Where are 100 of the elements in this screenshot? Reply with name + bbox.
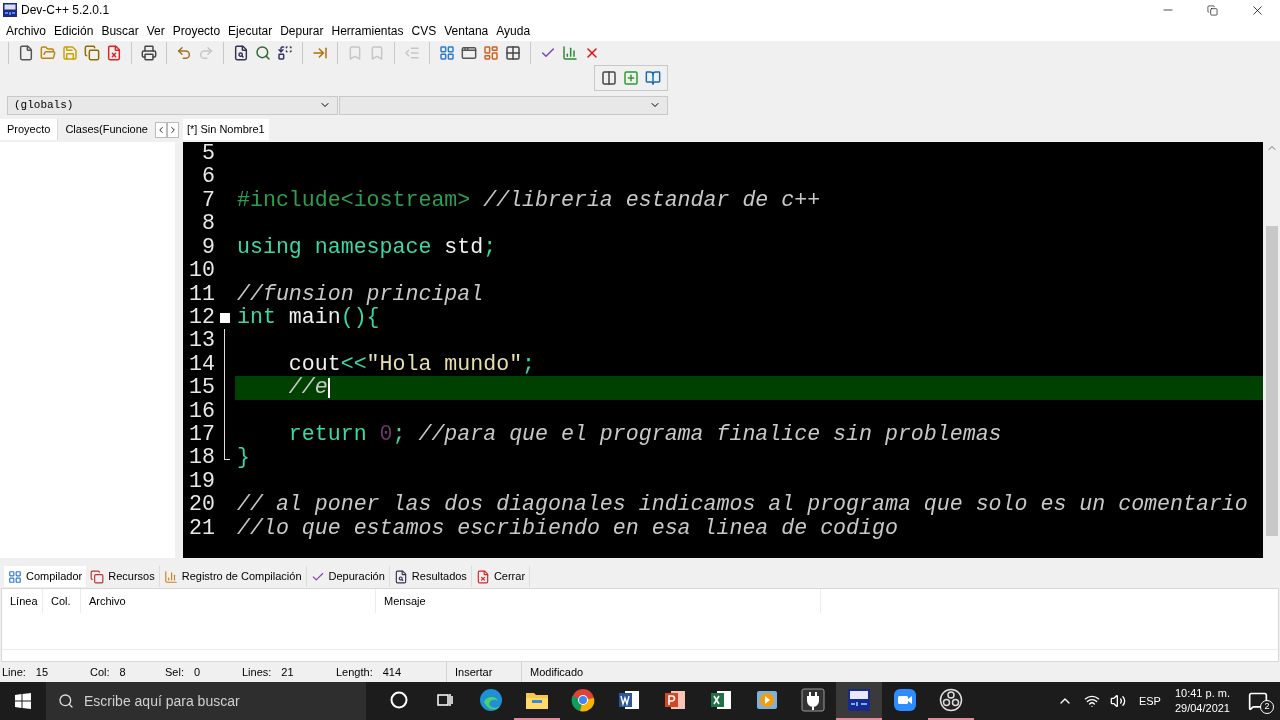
line-number: 8: [201, 212, 215, 236]
notification-count: 2: [1260, 700, 1274, 714]
search-field[interactable]: Escribe aquí para buscar: [46, 682, 366, 720]
browser-icon: [571, 688, 595, 712]
status-value: 414: [382, 664, 402, 680]
code-line: //e: [287, 376, 328, 400]
clock-time: 10:41 p. m.: [1174, 686, 1230, 701]
undo-icon: [176, 44, 192, 61]
output-tab[interactable]: Compilador: [4, 566, 87, 587]
ide-app-icon: [847, 688, 871, 712]
search-icon: [393, 569, 408, 584]
volume-icon[interactable]: [1109, 693, 1126, 709]
dashboard-icon: [483, 44, 499, 61]
notifications-icon: [1248, 691, 1268, 711]
line-number: 13: [188, 329, 215, 353]
line-number: 17: [188, 423, 215, 447]
line-number: 7: [201, 188, 215, 213]
line-number: 12: [188, 305, 215, 330]
menu-item[interactable]: Ejecutar: [224, 21, 277, 40]
printer-icon: [141, 44, 157, 61]
search-input[interactable]: Escribe aquí para buscar: [84, 690, 314, 712]
status-label: Line:: [2, 664, 26, 680]
code-line: using namespace std;: [237, 235, 497, 260]
recorder-icon: [939, 688, 963, 712]
play-icon: [755, 688, 779, 712]
folder-icon: [525, 690, 549, 710]
menu-item[interactable]: Ayuda: [492, 21, 535, 40]
close-file-icon: [106, 44, 122, 61]
line-number: 6: [201, 165, 215, 189]
menu-item[interactable]: Depurar: [276, 21, 328, 40]
dropdown[interactable]: (globals): [7, 95, 338, 115]
menu-item[interactable]: Edición: [50, 21, 98, 40]
code-line: #include<iostream> //libreria estandar de c++: [237, 188, 821, 213]
menu-item[interactable]: Ventana: [440, 21, 493, 40]
status-label: Insertar: [455, 664, 493, 680]
window-icon: [461, 44, 477, 61]
status-label: Length:: [336, 664, 373, 680]
window-title: Dev-C++ 5.2.0.1: [21, 2, 110, 19]
column-header[interactable]: Línea: [2, 589, 43, 613]
line-number: 16: [188, 399, 215, 424]
status-label: Modificado: [530, 664, 584, 680]
search-icon: [58, 693, 74, 709]
menu-item[interactable]: CVS: [407, 21, 441, 40]
status-value: 15: [35, 664, 49, 680]
save-all-icon: [84, 44, 100, 61]
dropdown-value: (globals): [14, 97, 74, 113]
slides-app-icon: [663, 688, 687, 712]
fold-end-line: [224, 446, 230, 461]
task-view-icon: [436, 691, 454, 709]
clock[interactable]: 10:41 p. m. 29/04/2021: [1174, 686, 1230, 716]
line-number: 9: [201, 235, 215, 260]
add-icon: [623, 70, 639, 86]
line-number: 19: [188, 469, 215, 494]
code-line: //lo que estamos escribiendo en esa linea de codigo: [237, 516, 898, 541]
copy-icon: [90, 569, 105, 584]
menu-item[interactable]: Herramientas: [327, 21, 408, 40]
line-number: 15: [188, 376, 215, 400]
menu-item[interactable]: Ver: [142, 21, 169, 40]
panel-tab[interactable]: Proyecto: [0, 119, 58, 140]
search-icon: [255, 44, 271, 61]
video-camera-icon: [893, 688, 917, 712]
status-label: Sel:: [165, 664, 184, 680]
column-header[interactable]: Archivo: [81, 589, 376, 613]
bookmark-icon: [369, 44, 385, 61]
menu-item[interactable]: Proyecto: [168, 21, 225, 40]
bar-chart-icon: [163, 569, 178, 584]
fold-marker-icon[interactable]: [220, 312, 230, 323]
status-value: 8: [119, 664, 126, 680]
wifi-icon[interactable]: [1083, 693, 1100, 709]
line-number: 21: [188, 516, 215, 541]
line-number: 11: [188, 282, 215, 306]
document-app-icon: [617, 688, 641, 712]
taskbar-app-button[interactable]: [836, 682, 882, 720]
code-line: //funsion principal: [237, 282, 484, 306]
code-line: return 0; //para que el programa finalice sin problemas: [287, 423, 1002, 447]
notifications-button[interactable]: 2: [1236, 682, 1280, 720]
restore-icon: [1206, 4, 1218, 16]
columns-icon: [601, 70, 617, 86]
spreadsheet-app-icon: [709, 688, 733, 712]
status-value: 21: [281, 664, 294, 680]
menu-item[interactable]: Buscar: [97, 21, 143, 40]
bookmark-icon: [347, 44, 363, 61]
column-header[interactable]: Mensaje: [376, 589, 821, 613]
search-icon: [233, 44, 249, 61]
status-value: 0: [193, 664, 201, 680]
editor-tab[interactable]: [*] Sin Nombre1: [183, 119, 269, 140]
new-file-icon: [18, 44, 34, 61]
code-line: }: [237, 446, 250, 470]
column-header[interactable]: Col.: [43, 589, 81, 613]
menu-item[interactable]: Archivo: [2, 21, 50, 40]
language-indicator[interactable]: ESP: [1138, 692, 1161, 710]
book-icon: [645, 70, 661, 86]
save-icon: [62, 44, 78, 61]
clock-date: 29/04/2021: [1174, 701, 1230, 716]
windows-logo-icon: [15, 693, 31, 709]
grid-icon: [8, 569, 22, 584]
line-number: 14: [188, 352, 215, 377]
status-label: Col:: [90, 664, 110, 680]
status-label: Lines:: [242, 664, 272, 680]
app-logo-icon: [3, 3, 17, 17]
